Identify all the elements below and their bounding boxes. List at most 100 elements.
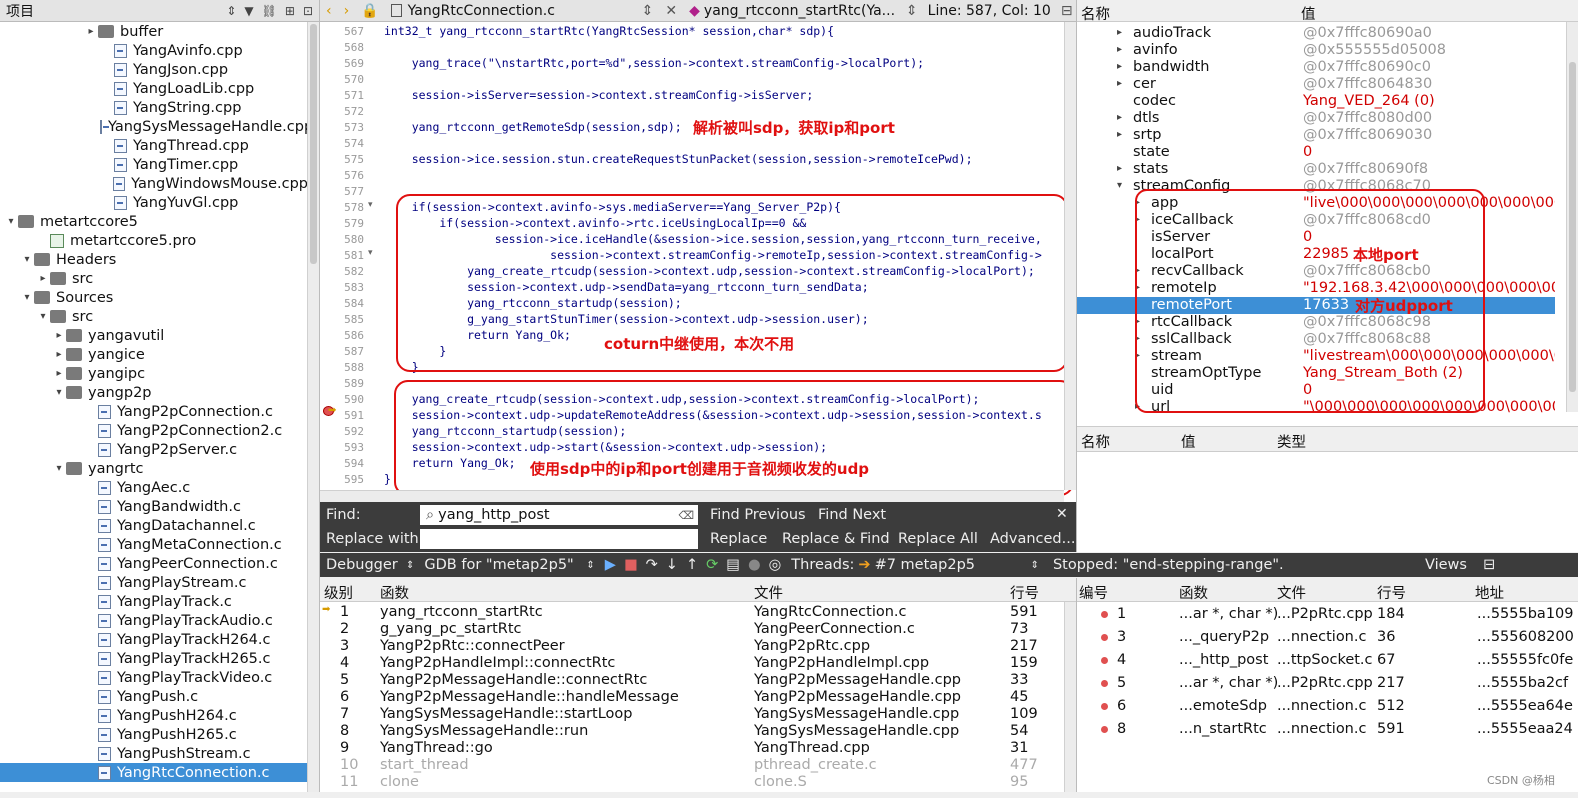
collapse-arrow-icon[interactable]: ▾ xyxy=(20,292,34,303)
expand-arrow-icon[interactable]: ▸ xyxy=(1117,78,1122,89)
close-find-icon[interactable]: ✕ xyxy=(1056,506,1068,522)
clear-input-icon[interactable]: ⌫ xyxy=(678,509,694,522)
stack-row[interactable]: 2 g_yang_pc_startRtc YangPeerConnection.c 7… xyxy=(320,621,1064,638)
find-input[interactable]: ⌕ yang_http_post ⌫ xyxy=(420,505,698,525)
continue-icon[interactable]: ▶ xyxy=(601,557,620,573)
col-line[interactable]: 行号 xyxy=(1010,582,1039,603)
expand-arrow-icon[interactable]: ▸ xyxy=(1117,27,1122,38)
col-name[interactable]: 名称 xyxy=(1081,3,1110,24)
tree-item[interactable]: YangSysMessageHandle.cpp xyxy=(0,117,313,136)
nav-forward-icon[interactable]: › xyxy=(338,3,356,19)
tree-item[interactable]: ▾ Sources xyxy=(0,288,308,307)
editor-scrollbar[interactable] xyxy=(1064,22,1076,490)
tree-item[interactable]: ▸ src xyxy=(0,269,308,288)
editor-hscrollbar[interactable] xyxy=(320,490,1064,502)
snapshot-icon[interactable]: ◎ xyxy=(765,557,786,573)
project-scrollbar[interactable] xyxy=(307,22,319,792)
col-watch-value[interactable]: 值 xyxy=(1181,431,1196,452)
tree-item[interactable]: YangPeerConnection.c xyxy=(0,554,308,573)
replace-all-button[interactable]: Replace All xyxy=(898,531,978,547)
function-selector[interactable]: yang_rtcconn_startRtc(Ya... xyxy=(704,3,902,19)
col-bp-address[interactable]: 地址 xyxy=(1475,582,1504,603)
nav-back-icon[interactable]: ‹ xyxy=(320,3,338,19)
collapse-arrow-icon[interactable]: ▾ xyxy=(36,311,50,322)
tree-item[interactable]: YangPush.c xyxy=(0,687,308,706)
stack-row[interactable]: 9 YangThread::go YangThread.cpp 31 xyxy=(320,740,1064,757)
tree-item[interactable]: ▸ yangice xyxy=(0,345,308,364)
fold-arrow-icon[interactable]: ▾ xyxy=(368,200,373,210)
step-into-icon[interactable]: ↓ xyxy=(662,557,682,573)
locals-row[interactable]: ▸ avinfo @0x555555d05008 xyxy=(1077,42,1555,59)
breakpoint-row[interactable]: 3 ..._queryP2p ...nnection.c 36 ...555608200 xyxy=(1077,629,1574,652)
tree-item[interactable]: YangAvinfo.cpp xyxy=(0,41,308,60)
file-tab[interactable]: YangRtcConnection.c xyxy=(408,3,638,19)
breakpoint-row[interactable]: 8 ...n_startRtc ...nnection.c 591 ...5555eaa… xyxy=(1077,721,1573,744)
advanced-button[interactable]: Advanced... xyxy=(990,531,1075,547)
tree-item[interactable]: YangBandwidth.c xyxy=(0,497,308,516)
expand-arrow-icon[interactable]: ▸ xyxy=(52,368,66,379)
locals-row[interactable]: ▸ bandwidth @0x7fffc80690c0 xyxy=(1077,59,1555,76)
restart-icon[interactable]: ⟳ xyxy=(702,557,722,573)
collapse-arrow-icon[interactable]: ▾ xyxy=(52,463,66,474)
thread-dropdown-icon[interactable]: ⇕ xyxy=(1025,560,1045,571)
tree-item[interactable]: YangYuvGl.cpp xyxy=(0,193,308,212)
stack-row[interactable]: 11 clone clone.S 95 xyxy=(320,774,1064,791)
expand-arrow-icon[interactable]: ▸ xyxy=(84,26,98,37)
tree-item[interactable]: ▾ Headers xyxy=(0,250,308,269)
tree-item[interactable]: ▸ yangavutil xyxy=(0,326,308,345)
expand-arrow-icon[interactable]: ▸ xyxy=(52,349,66,360)
debugger-selector[interactable]: Debugger xyxy=(320,557,400,573)
stack-row[interactable]: 4 YangP2pHandleImpl::connectRtc YangP2pHan… xyxy=(320,655,1064,672)
tree-item[interactable]: YangPlayTrackH265.c xyxy=(0,649,308,668)
col-watch-type[interactable]: 类型 xyxy=(1277,431,1306,452)
tree-item[interactable]: YangAec.c xyxy=(0,478,308,497)
tree-item[interactable]: YangPlayTrackAudio.c xyxy=(0,611,308,630)
stack-row[interactable]: 3 YangP2pRtc::connectPeer YangP2pRtc.cpp 21… xyxy=(320,638,1064,655)
expand-arrow-icon[interactable]: ▸ xyxy=(1117,129,1122,140)
disassembly-icon[interactable]: ▤ xyxy=(722,557,744,573)
breakpoint-row[interactable]: 6 ...emoteSdp ...nnection.c 512 ...5555ea64e xyxy=(1077,698,1573,721)
expand-arrow-icon[interactable]: ▸ xyxy=(1117,112,1122,123)
debugger-dropdown-icon[interactable]: ⇕ xyxy=(400,560,420,571)
locals-row[interactable]: ▸ srtp @0x7fffc8069030 xyxy=(1077,127,1555,144)
split-editor-icon[interactable]: ⊟ xyxy=(1051,3,1073,19)
replace-input[interactable] xyxy=(420,529,698,549)
collapse-arrow-icon[interactable]: ▾ xyxy=(20,254,34,265)
views-button[interactable]: Views xyxy=(1425,557,1467,573)
find-next-button[interactable]: Find Next xyxy=(818,507,886,523)
stack-row[interactable]: 7 YangSysMessageHandle::startLoop YangSysM… xyxy=(320,706,1064,723)
tree-item[interactable]: YangP2pServer.c xyxy=(0,440,308,459)
expand-arrow-icon[interactable]: ▸ xyxy=(52,330,66,341)
tree-item[interactable]: YangDatachannel.c xyxy=(0,516,308,535)
close-panel-icon[interactable]: ⊡ xyxy=(303,4,313,18)
tree-item[interactable]: YangThread.cpp xyxy=(0,136,308,155)
col-bp-line[interactable]: 行号 xyxy=(1377,582,1406,603)
col-file[interactable]: 文件 xyxy=(754,582,783,603)
collapse-arrow-icon[interactable]: ▾ xyxy=(4,216,18,227)
replace-find-button[interactable]: Replace & Find xyxy=(782,531,890,547)
tree-item[interactable]: YangPlayStream.c xyxy=(0,573,308,592)
gdb-selector[interactable]: GDB for "metap2p5" xyxy=(420,557,580,573)
tree-item[interactable]: ▸ yangipc xyxy=(0,364,308,383)
breakpoint-row[interactable]: 4 ..._http_post ...ttpSocket.c 67 ...55555fc… xyxy=(1077,652,1573,675)
filter-icon[interactable]: ▼ xyxy=(244,4,253,18)
tree-item[interactable]: YangRtcConnection.c xyxy=(0,763,308,782)
replace-button[interactable]: Replace xyxy=(710,531,767,547)
stack-row[interactable]: 6 YangP2pMessageHandle::handleMessage Yang… xyxy=(320,689,1064,706)
breakpoint-row[interactable]: 1 ...ar *, char *) ...P2pRtc.cpp 184 ...5555… xyxy=(1077,606,1574,629)
stack-row[interactable]: 10 start_thread pthread_create.c 477 xyxy=(320,757,1064,774)
locals-row[interactable]: ▸ stats @0x7fffc80690f8 xyxy=(1077,161,1555,178)
tree-item[interactable]: YangPlayTrackH264.c xyxy=(0,630,308,649)
tree-item[interactable]: YangPushH265.c xyxy=(0,725,308,744)
tree-item[interactable]: ▾ src xyxy=(0,307,308,326)
col-level[interactable]: 级别 xyxy=(324,582,353,603)
locals-row[interactable]: ▸ cer @0x7fffc8064830 xyxy=(1077,76,1555,93)
tree-item[interactable]: ▾ metartccore5 xyxy=(0,212,308,231)
tree-item[interactable]: YangTimer.cpp xyxy=(0,155,308,174)
tree-item[interactable]: ▾ yangrtc xyxy=(0,459,308,478)
collapse-arrow-icon[interactable]: ▾ xyxy=(52,387,66,398)
close-tab-icon[interactable]: ✕ xyxy=(657,3,685,19)
split-icon[interactable]: ⊞ xyxy=(285,4,295,18)
record-icon[interactable]: ● xyxy=(744,557,765,573)
tree-item[interactable]: YangPlayTrackVideo.c xyxy=(0,668,308,687)
